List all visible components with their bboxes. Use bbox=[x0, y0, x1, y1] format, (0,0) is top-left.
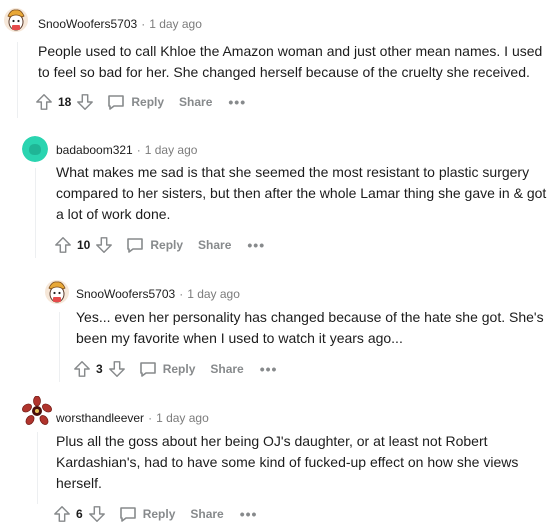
thread-line[interactable] bbox=[37, 432, 38, 504]
reply-label: Reply bbox=[150, 238, 184, 252]
comment-icon bbox=[108, 95, 125, 110]
comment-icon bbox=[127, 238, 144, 253]
reply-button[interactable]: Reply bbox=[106, 92, 164, 112]
comment-icon bbox=[139, 362, 156, 377]
comment-body: Yes... even her personality has changed … bbox=[76, 309, 544, 346]
downvote-icon[interactable] bbox=[76, 93, 94, 111]
comment-meta: SnooWoofers5703 · 1 day ago bbox=[38, 17, 202, 31]
reply-button[interactable]: Reply bbox=[138, 359, 196, 379]
share-button[interactable]: Share bbox=[210, 362, 243, 376]
timestamp[interactable]: 1 day ago bbox=[156, 411, 209, 425]
upvote-icon[interactable] bbox=[73, 360, 91, 378]
reply-label: Reply bbox=[142, 507, 176, 521]
author-link[interactable]: worsthandleever bbox=[56, 411, 144, 425]
more-options-button[interactable]: ••• bbox=[260, 362, 278, 376]
comment-icon bbox=[119, 507, 136, 522]
comment-actions: 10 Reply Share ••• bbox=[54, 233, 265, 257]
reply-label: Reply bbox=[162, 362, 196, 376]
separator: · bbox=[141, 17, 146, 31]
upvote-icon[interactable] bbox=[35, 93, 53, 111]
comment-meta: badaboom321 · 1 day ago bbox=[56, 143, 197, 157]
reply-label: Reply bbox=[131, 95, 165, 109]
comment-actions: 3 Reply Share ••• bbox=[73, 357, 277, 381]
reply-button[interactable]: Reply bbox=[118, 504, 176, 524]
downvote-icon[interactable] bbox=[88, 505, 106, 523]
thread-line[interactable] bbox=[17, 42, 18, 118]
vote-score: 6 bbox=[76, 507, 83, 521]
vote-score: 10 bbox=[77, 238, 91, 252]
separator: · bbox=[148, 411, 153, 425]
separator: · bbox=[179, 287, 184, 301]
comment-body: Plus all the goss about her being OJ's d… bbox=[56, 433, 519, 491]
share-button[interactable]: Share bbox=[190, 507, 223, 521]
downvote-icon[interactable] bbox=[95, 236, 113, 254]
comment-actions: 18 Reply Share ••• bbox=[35, 90, 246, 114]
comment-meta: SnooWoofers5703 · 1 day ago bbox=[76, 287, 240, 301]
comment-body: What makes me sad is that she seemed the… bbox=[56, 164, 547, 222]
thread-line[interactable] bbox=[35, 168, 36, 258]
comment-actions: 6 Reply Share ••• bbox=[53, 502, 257, 524]
more-options-button[interactable]: ••• bbox=[228, 95, 246, 109]
more-options-button[interactable]: ••• bbox=[240, 507, 258, 521]
avatar[interactable] bbox=[22, 136, 48, 162]
thread-line[interactable] bbox=[59, 312, 60, 382]
comment-body: People used to call Khloe the Amazon wom… bbox=[38, 43, 543, 80]
avatar[interactable] bbox=[3, 7, 29, 33]
upvote-icon[interactable] bbox=[54, 236, 72, 254]
share-button[interactable]: Share bbox=[179, 95, 212, 109]
vote-score: 3 bbox=[96, 362, 103, 376]
share-button[interactable]: Share bbox=[198, 238, 231, 252]
author-link[interactable]: badaboom321 bbox=[56, 143, 133, 157]
avatar[interactable] bbox=[22, 396, 52, 426]
timestamp[interactable]: 1 day ago bbox=[145, 143, 198, 157]
separator: · bbox=[136, 143, 141, 157]
vote-score: 18 bbox=[58, 95, 72, 109]
comment-meta: worsthandleever · 1 day ago bbox=[56, 411, 209, 425]
upvote-icon[interactable] bbox=[53, 505, 71, 523]
author-link[interactable]: SnooWoofers5703 bbox=[76, 287, 175, 301]
timestamp[interactable]: 1 day ago bbox=[149, 17, 202, 31]
downvote-icon[interactable] bbox=[108, 360, 126, 378]
avatar[interactable] bbox=[44, 279, 70, 305]
reply-button[interactable]: Reply bbox=[125, 235, 183, 255]
timestamp[interactable]: 1 day ago bbox=[187, 287, 240, 301]
author-link[interactable]: SnooWoofers5703 bbox=[38, 17, 137, 31]
more-options-button[interactable]: ••• bbox=[247, 238, 265, 252]
